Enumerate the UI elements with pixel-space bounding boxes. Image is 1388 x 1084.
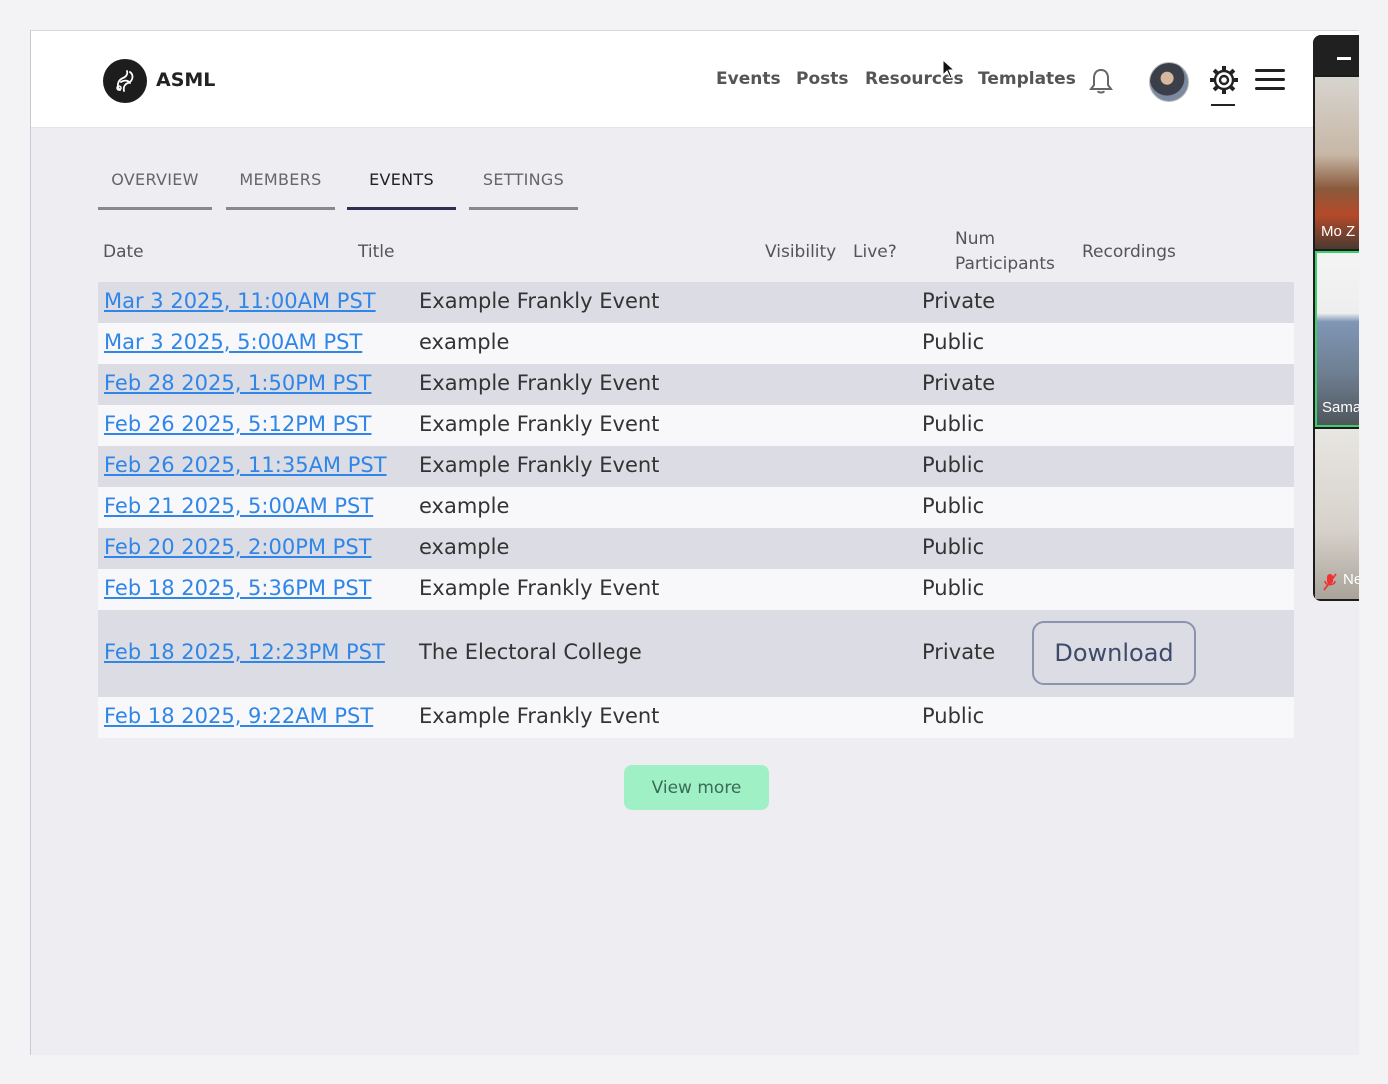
event-visibility: Public <box>922 575 985 600</box>
event-title: Example Frankly Event <box>419 411 660 436</box>
event-date-link[interactable]: Feb 20 2025, 2:00PM PST <box>104 535 371 559</box>
top-header: ASML Events Posts Resources Templates <box>31 31 1359 128</box>
hamburger-menu-icon[interactable] <box>1255 69 1285 91</box>
brand-name[interactable]: ASML <box>156 69 215 91</box>
event-visibility: Public <box>922 534 985 559</box>
bell-icon[interactable] <box>1089 67 1113 95</box>
event-title: Example Frankly Event <box>419 370 660 395</box>
table-row: Feb 20 2025, 2:00PM PST example Public <box>98 528 1294 569</box>
table-row: Feb 18 2025, 12:23PM PST The Electoral Co… <box>98 610 1294 697</box>
table-row: Feb 26 2025, 5:12PM PST Example Frankly E… <box>98 405 1294 446</box>
header-num: Num <box>955 229 996 249</box>
header-participants: Participants <box>955 254 1055 274</box>
participant-name: Ne <box>1343 571 1359 588</box>
tab-events[interactable]: EVENTS <box>347 169 456 210</box>
event-title: example <box>419 493 510 518</box>
header-visibility: Visibility <box>765 242 837 262</box>
event-date-link[interactable]: Feb 21 2025, 5:00AM PST <box>104 494 373 518</box>
video-call-panel: Mo Z Sama Ne <box>1313 35 1359 601</box>
gear-icon[interactable] <box>1209 65 1239 95</box>
table-row: Mar 3 2025, 11:00AM PST Example Frankly E… <box>98 282 1294 323</box>
table-row: Feb 18 2025, 9:22AM PST Example Frankly E… <box>98 697 1294 738</box>
event-date-link[interactable]: Mar 3 2025, 5:00AM PST <box>104 330 362 354</box>
app-window: ASML Events Posts Resources Templates OV… <box>30 30 1359 1055</box>
cursor-icon <box>942 59 956 79</box>
event-title: Example Frankly Event <box>419 452 660 477</box>
event-date-link[interactable]: Feb 18 2025, 12:23PM PST <box>104 640 385 664</box>
tab-settings[interactable]: SETTINGS <box>469 169 578 210</box>
event-visibility: Private <box>922 288 996 313</box>
nav-posts[interactable]: Posts <box>796 69 849 89</box>
nav-events[interactable]: Events <box>716 69 781 89</box>
header-live: Live? <box>853 242 897 262</box>
event-date-link[interactable]: Feb 18 2025, 9:22AM PST <box>104 704 373 728</box>
view-more-button[interactable]: View more <box>624 765 769 810</box>
event-visibility: Public <box>922 493 985 518</box>
event-date-link[interactable]: Feb 28 2025, 1:50PM PST <box>104 371 371 395</box>
header-recordings: Recordings <box>1082 242 1176 262</box>
event-title: The Electoral College <box>419 639 642 664</box>
event-visibility: Public <box>922 329 985 354</box>
event-date-link[interactable]: Feb 26 2025, 5:12PM PST <box>104 412 371 436</box>
event-date-link[interactable]: Mar 3 2025, 11:00AM PST <box>104 289 376 313</box>
event-title: example <box>419 534 510 559</box>
participant-name: Mo Z <box>1321 223 1356 240</box>
minimize-icon[interactable] <box>1337 57 1351 60</box>
event-title: Example Frankly Event <box>419 703 660 728</box>
event-date-link[interactable]: Feb 26 2025, 11:35AM PST <box>104 453 387 477</box>
logo-icon[interactable] <box>103 59 147 103</box>
table-row: Mar 3 2025, 5:00AM PST example Public <box>98 323 1294 364</box>
muted-mic-icon <box>1323 573 1337 591</box>
panel-titlebar <box>1313 35 1359 75</box>
avatar[interactable] <box>1149 62 1189 102</box>
event-title: Example Frankly Event <box>419 288 660 313</box>
event-visibility: Public <box>922 411 985 436</box>
table-row: Feb 26 2025, 11:35AM PST Example Frankly … <box>98 446 1294 487</box>
table-row: Feb 28 2025, 1:50PM PST Example Frankly E… <box>98 364 1294 405</box>
event-visibility: Public <box>922 452 985 477</box>
table-row: Feb 21 2025, 5:00AM PST example Public <box>98 487 1294 528</box>
event-visibility: Public <box>922 703 985 728</box>
event-title: Example Frankly Event <box>419 575 660 600</box>
participant-name: Sama <box>1322 399 1359 416</box>
tab-overview[interactable]: OVERVIEW <box>98 169 212 210</box>
active-indicator <box>1211 104 1235 106</box>
nav-templates[interactable]: Templates <box>978 69 1076 89</box>
header-date: Date <box>103 242 144 262</box>
event-visibility: Private <box>922 370 996 395</box>
table-row: Feb 18 2025, 5:36PM PST Example Frankly E… <box>98 569 1294 610</box>
event-title: example <box>419 329 510 354</box>
header-title: Title <box>358 242 395 262</box>
video-tile-active[interactable]: Sama <box>1315 251 1359 427</box>
download-recording-button[interactable]: Download <box>1032 621 1196 685</box>
event-visibility: Private <box>922 639 996 664</box>
video-tile[interactable]: Mo Z <box>1315 77 1359 249</box>
tab-members[interactable]: MEMBERS <box>226 169 335 210</box>
event-date-link[interactable]: Feb 18 2025, 5:36PM PST <box>104 576 371 600</box>
video-tile[interactable]: Ne <box>1315 429 1359 599</box>
